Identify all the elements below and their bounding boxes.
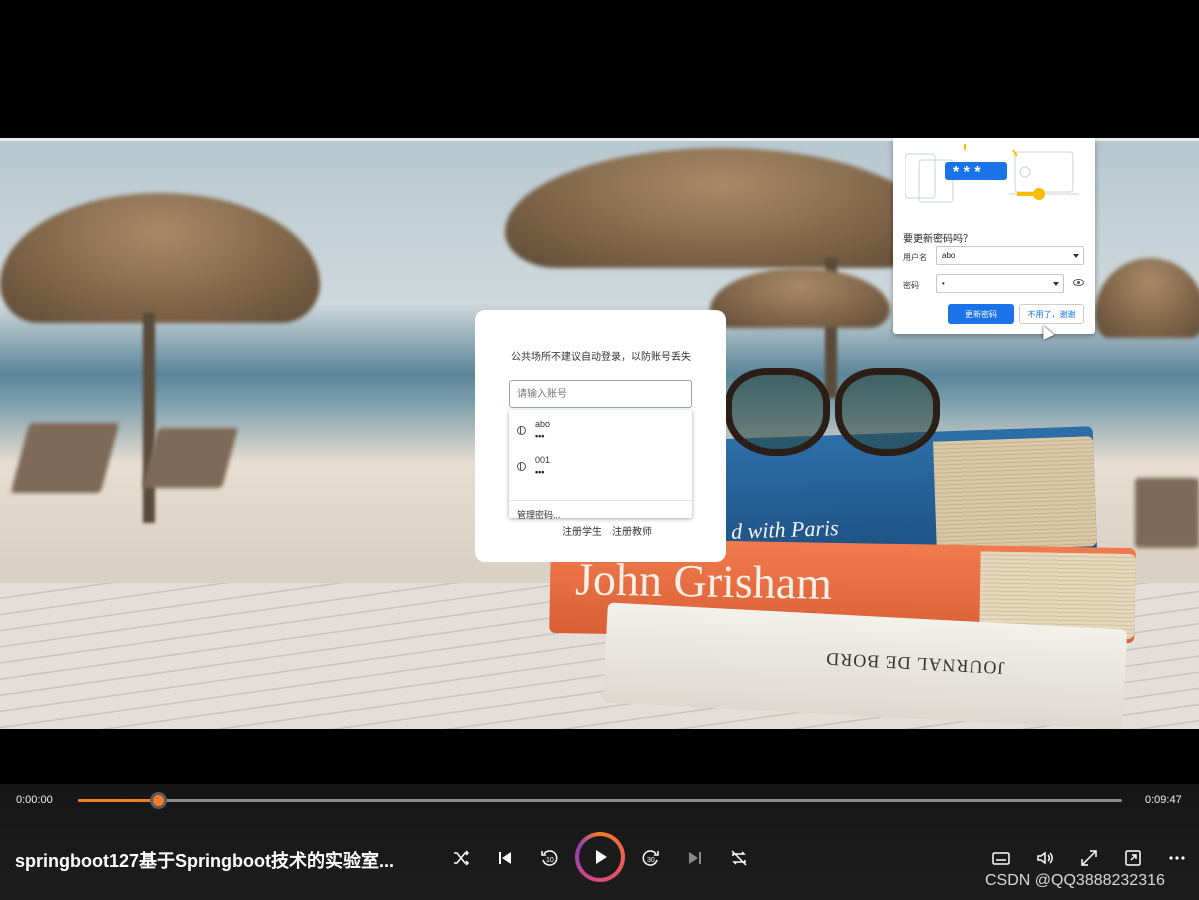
- beach-chair-right: [1135, 478, 1199, 548]
- previous-icon: [499, 852, 511, 864]
- rewind-10-button[interactable]: 10: [537, 846, 561, 870]
- video-title: springboot127基于Springboot技术的实验室...: [15, 851, 394, 871]
- dropdown-divider: [509, 500, 692, 501]
- no-thanks-button[interactable]: 不用了，谢谢: [1019, 304, 1084, 324]
- eye-icon[interactable]: [1073, 279, 1084, 286]
- umbrella-far: [710, 268, 890, 328]
- saved-username: abo: [535, 419, 551, 429]
- update-password-popup: * * * 要更新密码吗？ 用户名 abo 密码 • 更新密码 不用了，谢谢: [893, 138, 1095, 334]
- miniplayer-button[interactable]: [1121, 846, 1145, 870]
- repeat-icon: [731, 850, 747, 866]
- current-time: 0:00:00: [16, 794, 53, 806]
- play-icon: [596, 850, 607, 864]
- globe-icon: [517, 426, 526, 435]
- seek-thumb[interactable]: [150, 792, 168, 809]
- play-button-inner: [579, 836, 621, 878]
- saved-password-item[interactable]: abo •••: [509, 414, 692, 448]
- repeat-button[interactable]: [727, 846, 751, 870]
- sunglasses-lens-left: [725, 368, 830, 456]
- sunglasses: [725, 368, 940, 463]
- volume-button[interactable]: [1033, 846, 1057, 870]
- previous-button[interactable]: [493, 846, 517, 870]
- globe-icon: [517, 462, 526, 471]
- forward-30-icon: 30: [642, 850, 659, 866]
- shuffle-icon: [454, 850, 470, 866]
- saved-password-dropdown: abo ••• 001 ••• 管理密码...: [509, 410, 692, 521]
- chevron-down-icon: [1073, 254, 1079, 258]
- username-select[interactable]: abo: [936, 246, 1084, 265]
- sunglasses-lens-right: [835, 368, 940, 456]
- player-controls: 0:00:00 0:09:47 springboot127基于Springboo…: [0, 784, 1199, 900]
- saved-password-mask: •••: [535, 467, 545, 477]
- more-button[interactable]: [1165, 846, 1189, 870]
- password-select[interactable]: •: [936, 274, 1064, 293]
- register-teacher-link[interactable]: 注册教师: [612, 523, 652, 538]
- book-white-title: JOURNAL DE BORD: [824, 648, 1005, 679]
- umbrella-center: [505, 148, 935, 268]
- miniplayer-icon: [1125, 850, 1141, 866]
- umbrella-left: [0, 193, 320, 323]
- register-student-link[interactable]: 注册学生: [562, 523, 602, 538]
- svg-text:30: 30: [647, 857, 655, 864]
- username-value: abo: [942, 251, 956, 260]
- play-button[interactable]: [575, 832, 625, 882]
- csdn-watermark: CSDN @QQ3888232316: [985, 872, 1165, 889]
- rewind-10-icon: 10: [541, 850, 558, 866]
- fullscreen-icon: [1081, 850, 1097, 866]
- book-pages: [933, 436, 1097, 552]
- forward-30-button[interactable]: 30: [639, 846, 663, 870]
- chevron-down-icon: [1053, 282, 1059, 286]
- account-input[interactable]: [509, 380, 692, 408]
- next-icon: [689, 852, 701, 864]
- password-illustration: * * *: [905, 144, 1079, 203]
- seek-bar[interactable]: [78, 792, 1122, 809]
- more-icon: [1169, 856, 1185, 860]
- password-value: •: [942, 279, 945, 288]
- total-time: 0:09:47: [1145, 794, 1182, 806]
- svg-text:10: 10: [546, 857, 554, 864]
- beach-chair-mid: [141, 428, 239, 488]
- subtitles-button[interactable]: [989, 846, 1013, 870]
- update-password-button[interactable]: 更新密码: [948, 304, 1014, 324]
- saved-password-mask: •••: [535, 431, 545, 441]
- shuffle-button[interactable]: [449, 846, 473, 870]
- beach-chair-left: [10, 423, 120, 493]
- password-label: 密码: [903, 281, 919, 290]
- login-tip: 公共场所不建议自动登录，以防账号丢失: [511, 352, 691, 363]
- username-label: 用户名: [903, 253, 927, 262]
- update-password-question: 要更新密码吗？: [903, 234, 973, 245]
- subtitles-icon: [992, 852, 1010, 865]
- umbrella-right: [1095, 258, 1199, 338]
- volume-icon: [1037, 851, 1053, 865]
- manage-passwords-link[interactable]: 管理密码...: [517, 508, 561, 521]
- saved-username: 001: [535, 455, 551, 465]
- next-button[interactable]: [683, 846, 707, 870]
- password-stars: * * *: [953, 164, 981, 181]
- umbrella-pole-left: [143, 313, 155, 523]
- saved-password-item[interactable]: 001 •••: [509, 450, 692, 484]
- login-card: 公共场所不建议自动登录，以防账号丢失 abo ••• 001 ••• 管理密码.…: [475, 310, 726, 562]
- seek-progress: [78, 799, 159, 802]
- fullscreen-button[interactable]: [1077, 846, 1101, 870]
